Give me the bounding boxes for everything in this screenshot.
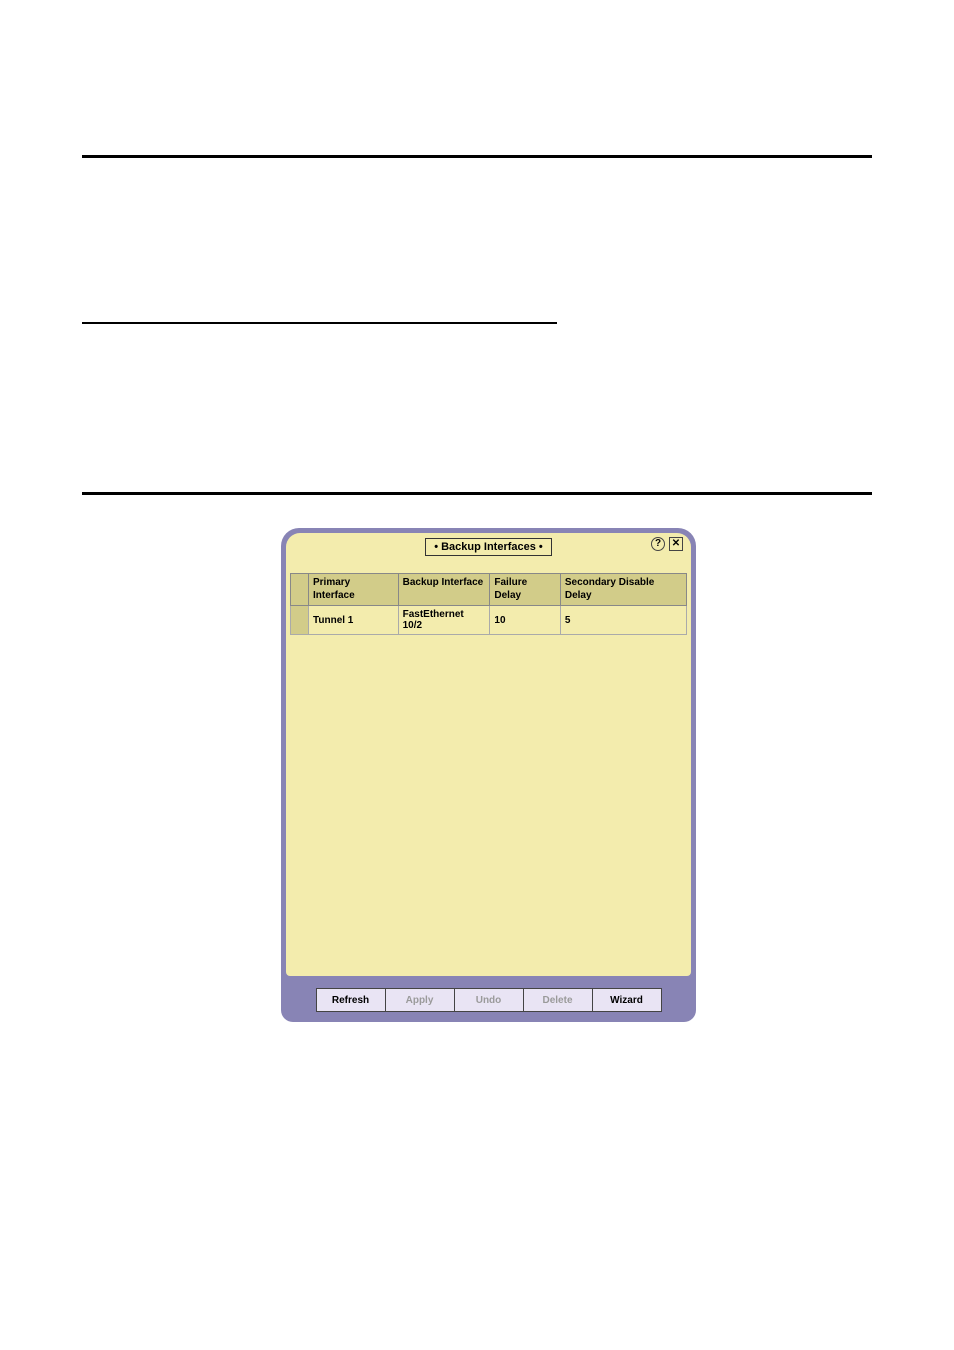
cell-secondary-disable-delay[interactable]: 5 bbox=[560, 606, 686, 635]
apply-button[interactable]: Apply bbox=[385, 988, 455, 1012]
delete-button[interactable]: Delete bbox=[523, 988, 593, 1012]
panel-titlebar: • Backup Interfaces • bbox=[286, 537, 691, 556]
table-area: Primary Interface Backup Interface Failu… bbox=[290, 573, 687, 972]
col-backup-interface[interactable]: Backup Interface bbox=[398, 574, 490, 606]
backup-interfaces-panel: ? ✕ • Backup Interfaces • Primary Interf… bbox=[281, 528, 696, 1022]
row-selector-header bbox=[291, 574, 309, 606]
cell-failure-delay[interactable]: 10 bbox=[490, 606, 560, 635]
wizard-button[interactable]: Wizard bbox=[592, 988, 662, 1012]
cell-backup-interface[interactable]: FastEthernet 10/2 bbox=[398, 606, 490, 635]
table-header-row: Primary Interface Backup Interface Failu… bbox=[291, 574, 687, 606]
undo-button[interactable]: Undo bbox=[454, 988, 524, 1012]
table-row[interactable]: Tunnel 1 FastEthernet 10/2 10 5 bbox=[291, 606, 687, 635]
refresh-button[interactable]: Refresh bbox=[316, 988, 386, 1012]
panel-button-bar: Refresh Apply Undo Delete Wizard bbox=[286, 988, 691, 1016]
col-secondary-disable-delay[interactable]: Secondary Disable Delay bbox=[560, 574, 686, 606]
backup-interfaces-table: Primary Interface Backup Interface Failu… bbox=[290, 573, 687, 635]
cell-primary-interface[interactable]: Tunnel 1 bbox=[309, 606, 399, 635]
panel-body: ? ✕ • Backup Interfaces • Primary Interf… bbox=[286, 533, 691, 976]
divider-top bbox=[82, 155, 872, 158]
col-failure-delay[interactable]: Failure Delay bbox=[490, 574, 560, 606]
col-primary-interface[interactable]: Primary Interface bbox=[309, 574, 399, 606]
panel-title: • Backup Interfaces • bbox=[425, 538, 552, 556]
divider-above-panel bbox=[82, 492, 872, 495]
divider-short bbox=[82, 322, 557, 324]
row-selector-cell[interactable] bbox=[291, 606, 309, 635]
